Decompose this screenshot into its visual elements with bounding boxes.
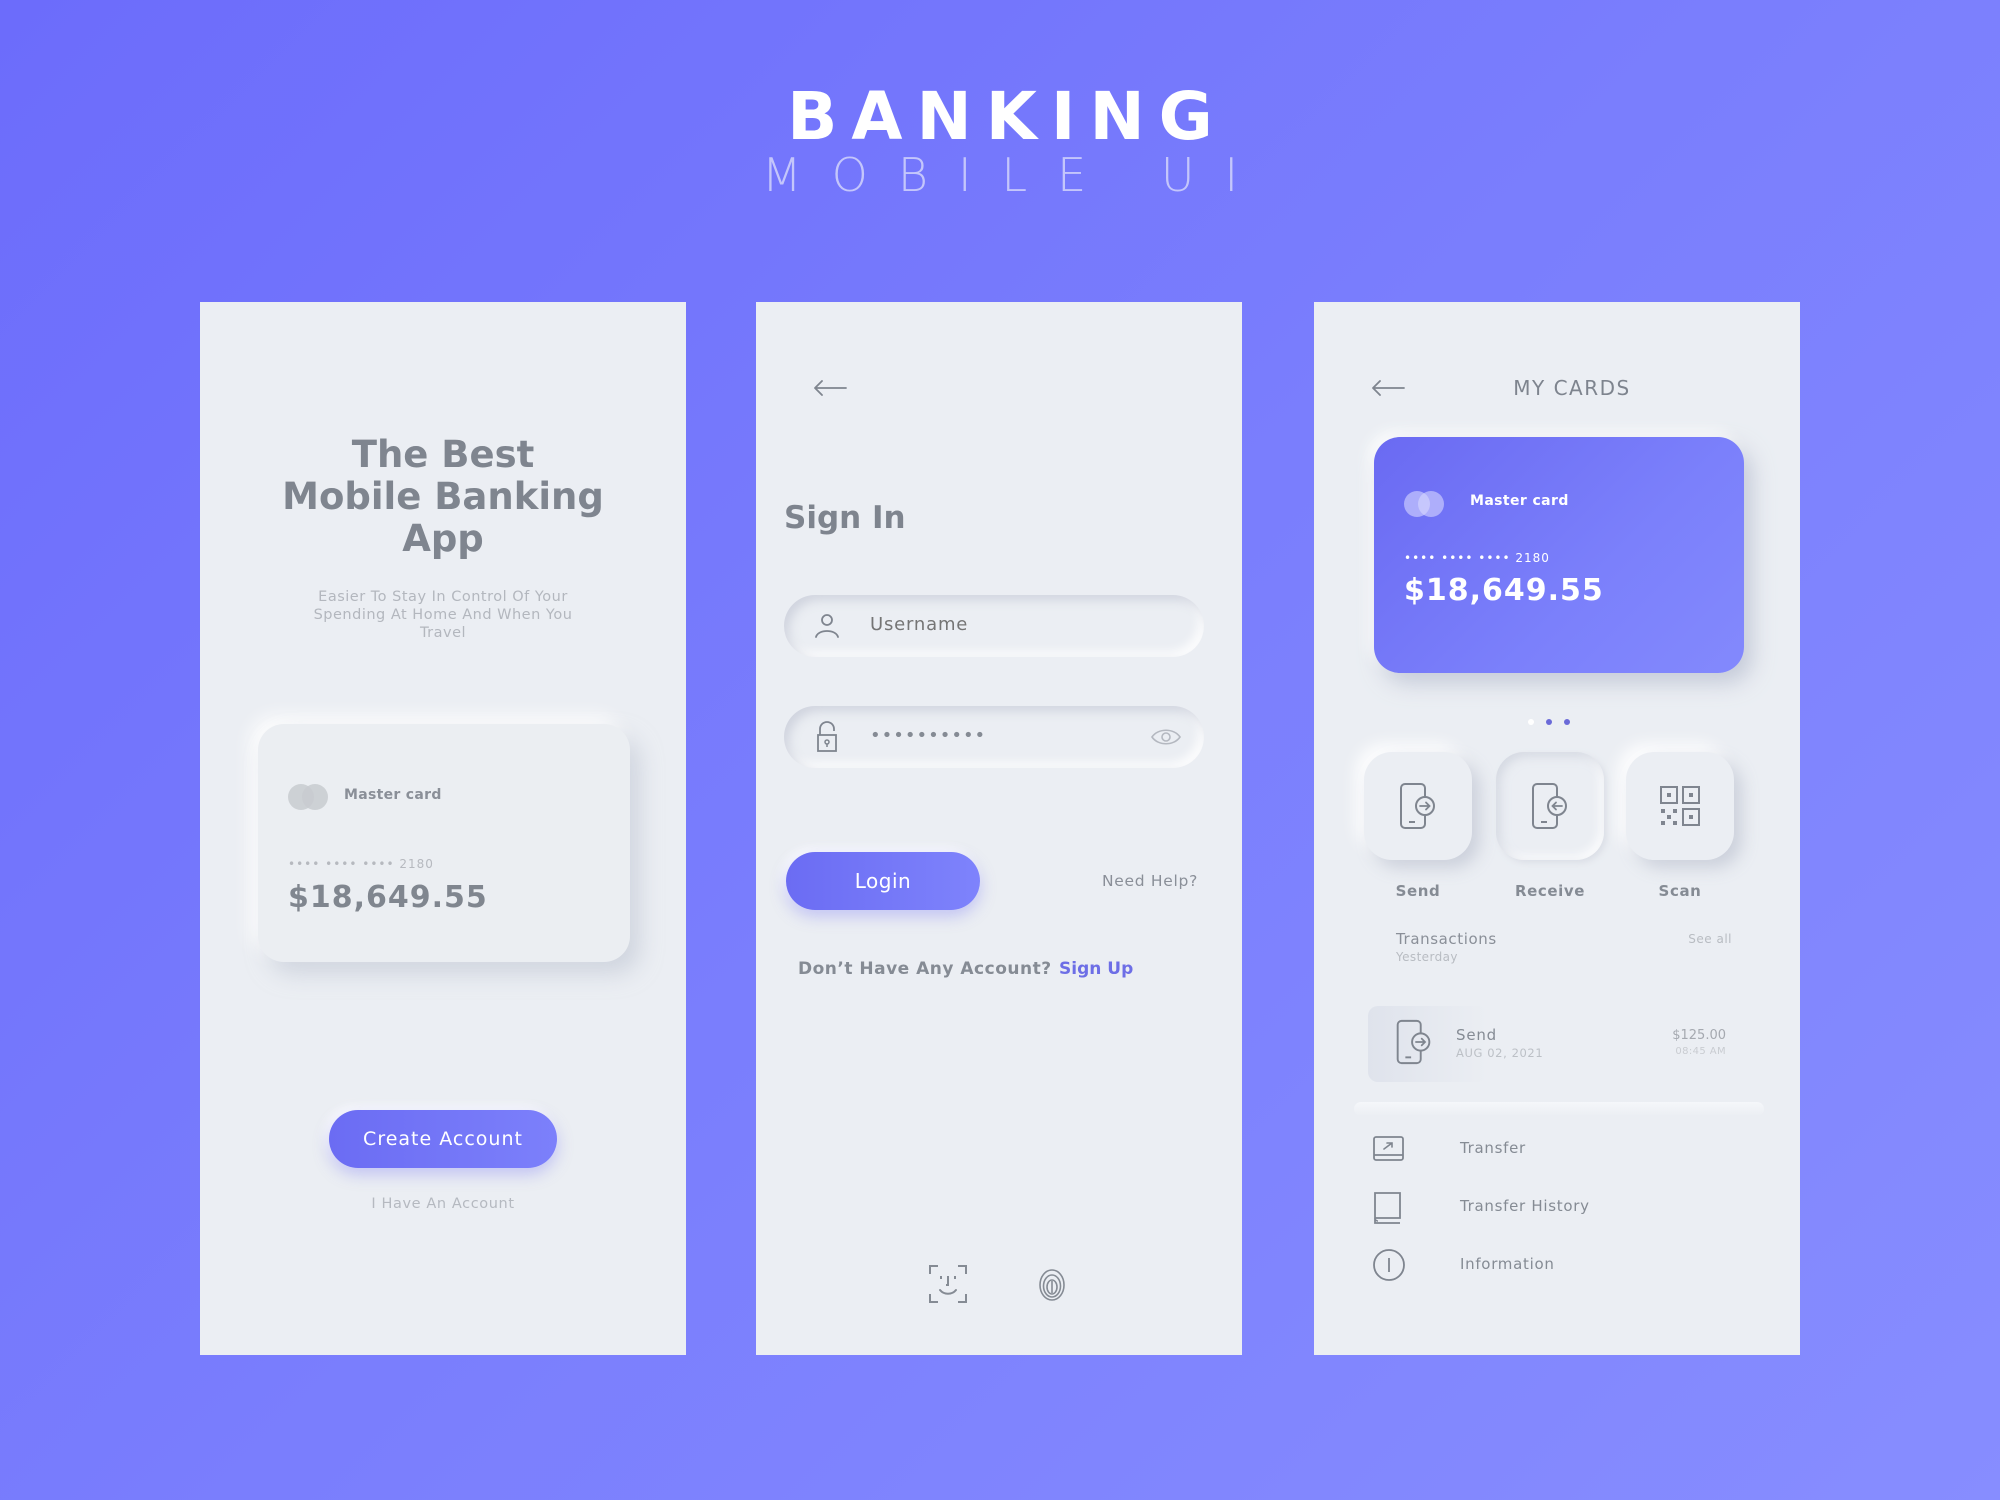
welcome-subtitle: Easier To Stay In Control Of Your Spendi…	[290, 588, 596, 642]
book-icon	[1374, 1192, 1401, 1224]
page-subtitle: MOBILE UI	[761, 148, 1269, 202]
card-number: •••• •••• •••• 2180	[1404, 551, 1550, 565]
send-action[interactable]: Send	[1362, 752, 1474, 900]
carousel-dot[interactable]	[1528, 719, 1534, 725]
transactions-period: Yesterday	[1396, 950, 1458, 964]
card-balance: $18,649.55	[288, 880, 488, 915]
receive-action[interactable]: Receive	[1494, 752, 1606, 900]
welcome-title-line: App	[402, 517, 484, 560]
transaction-row[interactable]: Send AUG 02, 2021 $125.00 08:45 AM	[1368, 1006, 1748, 1082]
username-field[interactable]	[784, 595, 1204, 657]
user-icon	[815, 614, 839, 638]
transaction-amount: $125.00	[1672, 1028, 1726, 1043]
sign-up-link[interactable]: Sign Up	[1059, 959, 1133, 979]
send-label: Send	[1395, 882, 1441, 900]
need-help-link[interactable]: Need Help?	[1102, 872, 1198, 890]
transactions-heading: Transactions	[1396, 930, 1497, 948]
create-account-button[interactable]: Create Account	[329, 1110, 557, 1168]
mastercard-logo-icon	[288, 784, 328, 810]
divider	[1354, 1102, 1764, 1116]
menu-item-transfer-history[interactable]: Transfer History	[1372, 1190, 1752, 1224]
phone-send-icon	[1400, 783, 1435, 829]
card-number: •••• •••• •••• 2180	[288, 857, 434, 871]
card-brand: Master card	[344, 787, 442, 803]
menu-item-label: Transfer History	[1460, 1197, 1590, 1215]
menu-item-label: Transfer	[1460, 1139, 1526, 1157]
no-account-text: Don’t Have Any Account?	[798, 959, 1052, 979]
transfer-icon	[1373, 1136, 1404, 1161]
lock-icon	[817, 721, 837, 752]
menu-item-information[interactable]: Information	[1372, 1248, 1752, 1282]
sign-in-screen: Sign In •••••••••• Login Need Help? Don’…	[756, 302, 1242, 1355]
welcome-title-line: The Best	[351, 433, 535, 476]
welcome-title-line: Mobile Banking	[282, 475, 604, 518]
arrow-left-icon[interactable]	[812, 378, 848, 398]
phone-receive-icon	[1532, 783, 1567, 829]
receive-label: Receive	[1514, 882, 1586, 900]
scan-action[interactable]: Scan	[1624, 752, 1736, 900]
my-cards-screen: MY CARDS Master card •••• •••• •••• 2180…	[1314, 302, 1800, 1355]
welcome-subtitle-line: Spending At Home And When You	[313, 607, 573, 623]
scan-label: Scan	[1658, 882, 1702, 900]
bank-card[interactable]: Master card •••• •••• •••• 2180 $18,649.…	[258, 724, 630, 962]
have-account-link[interactable]: I Have An Account	[200, 1196, 686, 1212]
welcome-subtitle-line: Travel	[419, 625, 467, 641]
card-balance: $18,649.55	[1404, 573, 1604, 608]
scan-button[interactable]	[1626, 752, 1734, 860]
see-all-link[interactable]: See all	[1688, 932, 1732, 946]
bank-card[interactable]: Master card •••• •••• •••• 2180 $18,649.…	[1374, 437, 1744, 673]
qr-code-icon	[1660, 786, 1700, 826]
fingerprint-icon[interactable]	[1032, 1264, 1072, 1304]
password-field[interactable]: ••••••••••	[784, 706, 1204, 768]
carousel-dot[interactable]	[1564, 719, 1570, 725]
phone-send-icon	[1396, 1019, 1431, 1065]
receive-button[interactable]	[1496, 752, 1604, 860]
menu-item-label: Information	[1460, 1255, 1555, 1273]
sign-in-title: Sign In	[784, 500, 906, 536]
transaction-date: AUG 02, 2021	[1456, 1046, 1544, 1060]
welcome-subtitle-line: Easier To Stay In Control Of Your	[318, 589, 568, 605]
card-brand: Master card	[1470, 493, 1569, 509]
info-icon	[1373, 1249, 1405, 1281]
eye-icon[interactable]	[1150, 725, 1182, 749]
password-input[interactable]: ••••••••••	[870, 725, 1130, 746]
welcome-title: The Best Mobile Banking App	[200, 434, 686, 560]
send-button[interactable]	[1364, 752, 1472, 860]
transaction-name: Send	[1456, 1026, 1497, 1044]
my-cards-title: MY CARDS	[1513, 376, 1631, 400]
page-title: BANKING	[787, 78, 1227, 155]
carousel-dot[interactable]	[1546, 719, 1552, 725]
menu-item-transfer[interactable]: Transfer	[1372, 1132, 1752, 1166]
welcome-screen: The Best Mobile Banking App Easier To St…	[200, 302, 686, 1355]
mastercard-logo-icon	[1404, 491, 1444, 517]
username-input[interactable]	[870, 614, 1130, 635]
face-id-icon[interactable]	[928, 1264, 968, 1304]
card-carousel-indicator	[1528, 710, 1582, 725]
transaction-time: 08:45 AM	[1675, 1046, 1726, 1057]
login-button[interactable]: Login	[786, 852, 980, 910]
